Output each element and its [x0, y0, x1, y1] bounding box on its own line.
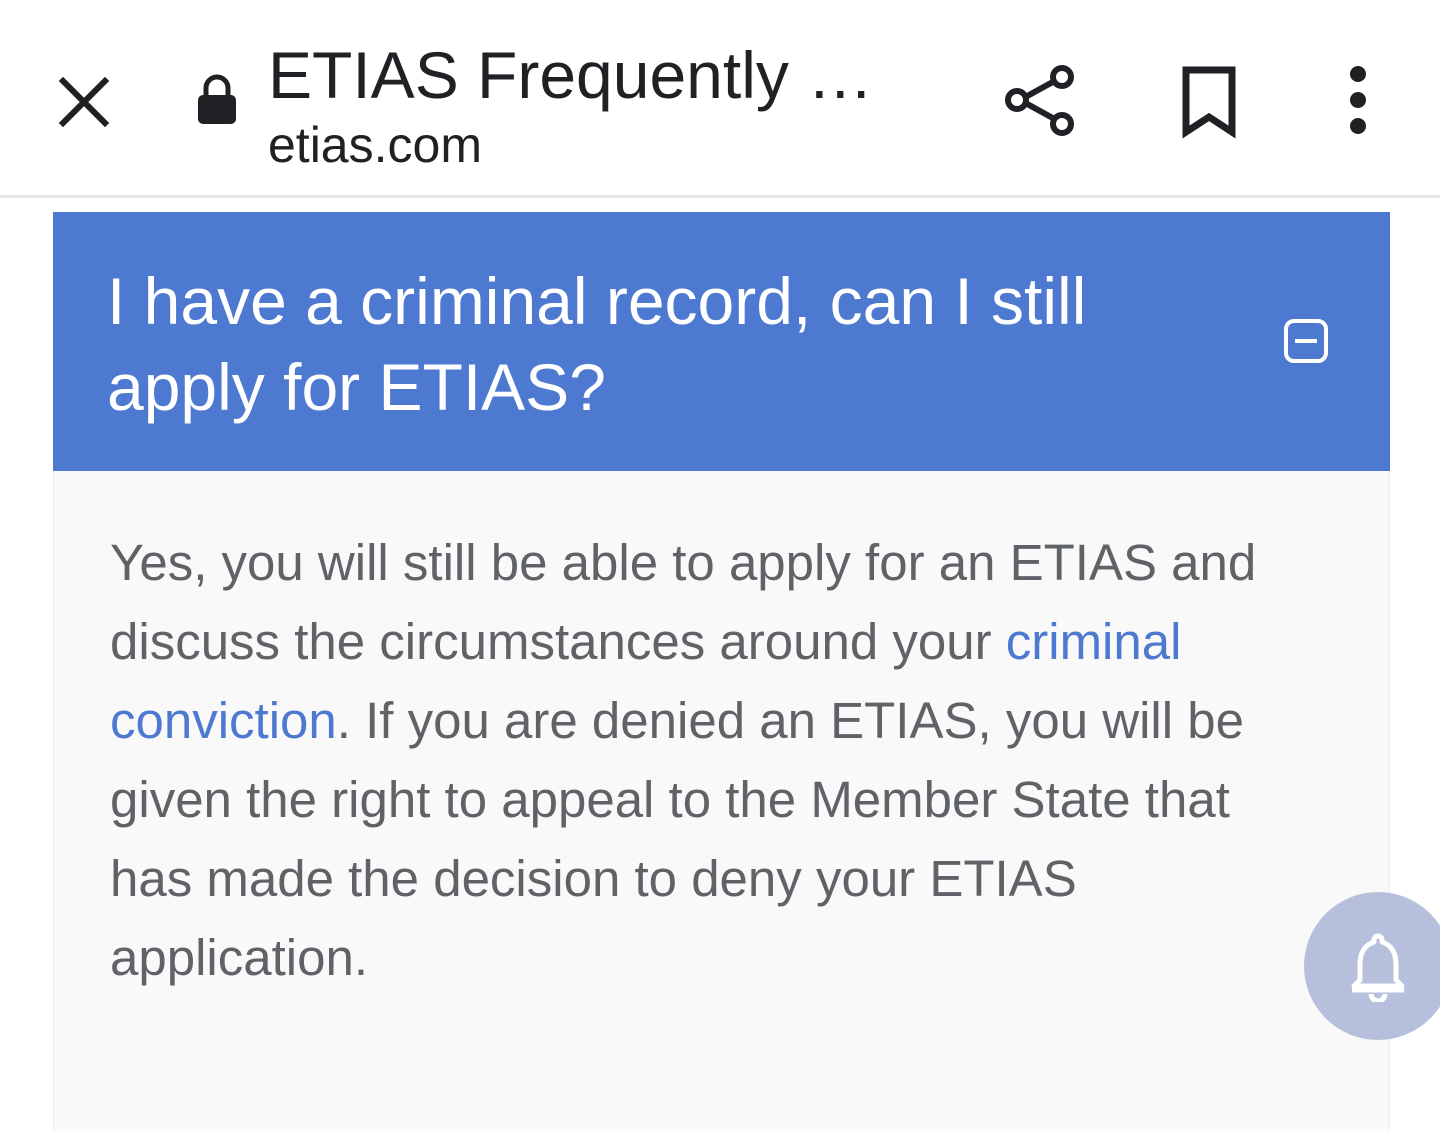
bell-icon [1351, 933, 1405, 1002]
close-button[interactable] [52, 70, 116, 134]
faq-question-header[interactable]: I have a criminal record, can I still ap… [53, 212, 1390, 471]
more-options-button[interactable] [1330, 62, 1386, 140]
bookmark-button[interactable] [1176, 62, 1242, 140]
minus-square-icon[interactable] [1283, 318, 1329, 364]
close-icon [58, 76, 110, 128]
faq-answer: Yes, you will still be able to apply for… [110, 523, 1310, 997]
page-title: ETIAS Frequently … [268, 38, 874, 112]
share-icon [1005, 65, 1074, 136]
share-button[interactable] [1002, 62, 1080, 140]
notification-button[interactable] [1304, 892, 1440, 1040]
browser-toolbar: ETIAS Frequently … etias.com [0, 0, 1440, 198]
lock-icon[interactable] [196, 74, 238, 126]
more-vert-icon [1350, 66, 1366, 134]
page-content: I have a criminal record, can I still ap… [0, 201, 1440, 1131]
page-title-block[interactable]: ETIAS Frequently … etias.com [268, 36, 908, 174]
faq-question: I have a criminal record, can I still ap… [107, 264, 1087, 424]
page-domain: etias.com [268, 117, 482, 173]
bookmark-icon [1182, 66, 1236, 139]
faq-answer-panel: Yes, you will still be able to apply for… [53, 471, 1390, 1131]
